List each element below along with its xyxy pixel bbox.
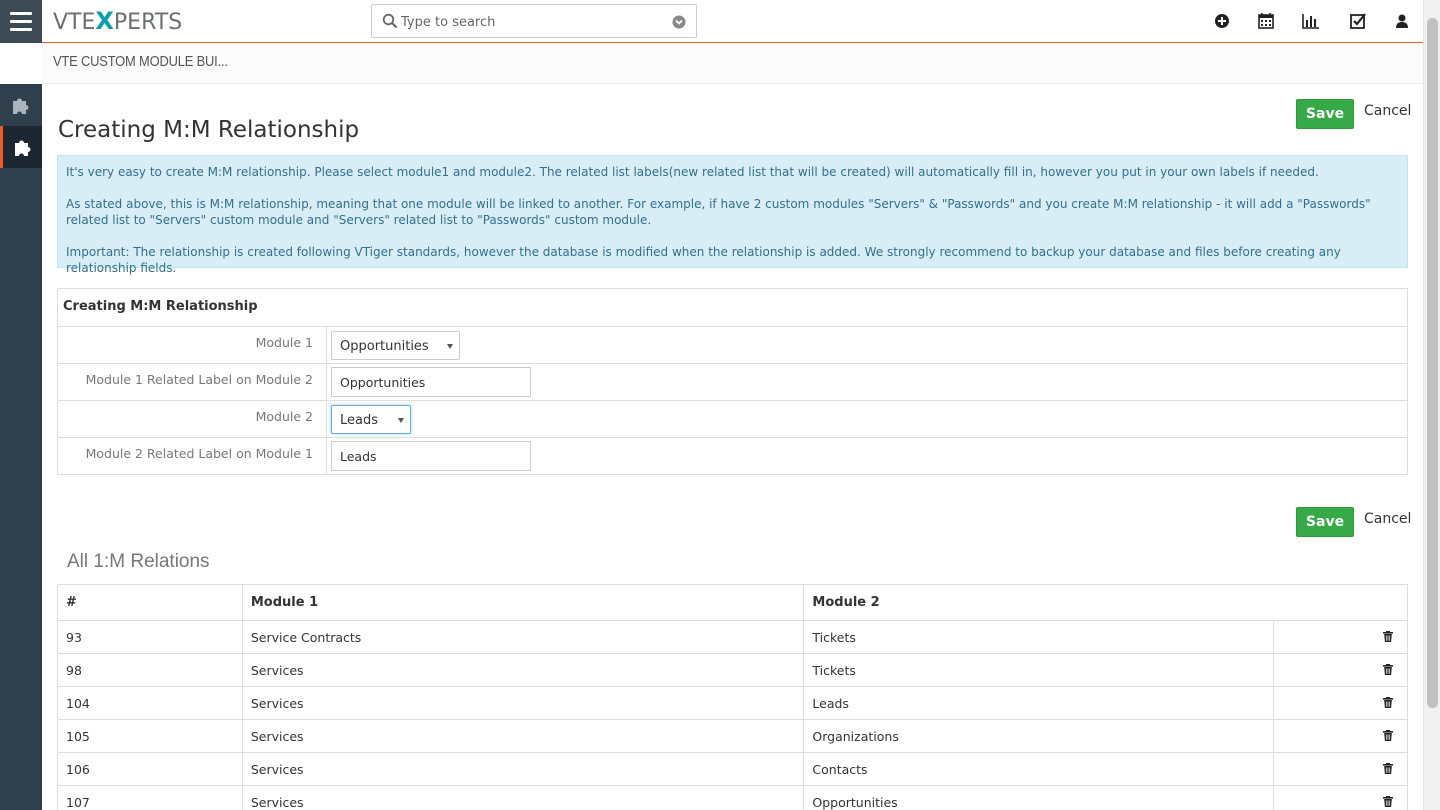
trash-icon[interactable] bbox=[1383, 630, 1393, 642]
form-heading: Creating M:M Relationship bbox=[58, 289, 1407, 327]
cell-module1: Services bbox=[241, 686, 805, 720]
sidebar-item-extensions[interactable] bbox=[0, 84, 42, 126]
cell-actions bbox=[1273, 620, 1408, 654]
trash-icon[interactable] bbox=[1383, 762, 1393, 774]
cell-actions bbox=[1273, 752, 1408, 786]
info-paragraph-1: It's very easy to create M:M relationshi… bbox=[66, 165, 1319, 179]
cell-module2: Organizations bbox=[803, 719, 1275, 753]
menu-bar bbox=[10, 20, 32, 23]
cell-actions bbox=[1273, 719, 1408, 753]
scrollbar-thumb[interactable] bbox=[1427, 18, 1438, 708]
table-row: 107 Services Opportunities bbox=[57, 785, 1408, 810]
column-header-module2: Module 2 bbox=[803, 584, 1408, 621]
menu-bar bbox=[10, 28, 32, 31]
info-paragraph-3: Important: The relationship is created f… bbox=[66, 245, 1341, 275]
column-header-id: # bbox=[57, 584, 243, 621]
sidebar-item-custom-module-builder[interactable] bbox=[0, 126, 42, 168]
relationship-form: Creating M:M Relationship Module 1 Oppor… bbox=[57, 288, 1408, 475]
cell-module2: Leads bbox=[803, 686, 1275, 720]
sidebar-spacer bbox=[0, 43, 42, 84]
module-breadcrumb[interactable]: VTE CUSTOM MODULE BUI... bbox=[53, 53, 228, 70]
cancel-button-top[interactable]: Cancel bbox=[1364, 103, 1411, 119]
cell-actions bbox=[1273, 686, 1408, 720]
table-row: 104 Services Leads bbox=[57, 686, 1408, 720]
logo-text-left: VTE bbox=[53, 10, 96, 35]
cell-module2: Opportunities bbox=[803, 785, 1275, 810]
sidebar bbox=[0, 84, 42, 810]
logo-text-right: PERTS bbox=[113, 10, 183, 35]
cell-module1: Service Contracts bbox=[241, 620, 805, 654]
cell-module1: Services bbox=[241, 752, 805, 786]
user-icon[interactable] bbox=[1392, 11, 1412, 31]
form-row-label1: Module 1 Related Label on Module 2 bbox=[58, 364, 1407, 401]
module2-related-label-label: Module 2 Related Label on Module 1 bbox=[58, 438, 327, 475]
form-row-module1: Module 1 Opportunities bbox=[58, 327, 1407, 364]
module1-select[interactable]: Opportunities bbox=[331, 331, 460, 360]
menu-bar bbox=[10, 12, 32, 15]
column-header-module1: Module 1 bbox=[241, 584, 805, 621]
info-paragraph-2: As stated above, this is M:M relationshi… bbox=[66, 197, 1371, 227]
checkbox-icon[interactable] bbox=[1348, 11, 1368, 31]
hamburger-menu-button[interactable] bbox=[0, 0, 42, 43]
page-title: Creating M:M Relationship bbox=[58, 117, 360, 143]
plus-circle-icon[interactable] bbox=[1212, 11, 1232, 31]
save-button-top[interactable]: Save bbox=[1296, 99, 1354, 129]
chevron-down-circle-icon[interactable] bbox=[672, 15, 686, 29]
module2-related-label-input[interactable] bbox=[331, 441, 531, 471]
trash-icon[interactable] bbox=[1383, 696, 1393, 708]
table-row: 106 Services Contacts bbox=[57, 752, 1408, 786]
app-logo[interactable]: VTEXPERTS bbox=[53, 9, 182, 35]
search-icon bbox=[382, 13, 398, 29]
module1-related-label-input[interactable] bbox=[331, 367, 531, 397]
cell-id: 104 bbox=[57, 686, 243, 720]
puzzle-icon bbox=[13, 98, 29, 114]
cell-id: 107 bbox=[57, 785, 243, 810]
cell-id: 105 bbox=[57, 719, 243, 753]
module1-selected-value: Opportunities bbox=[340, 339, 429, 354]
table-row: 105 Services Organizations bbox=[57, 719, 1408, 753]
search-input[interactable] bbox=[401, 11, 661, 33]
page-scrollbar[interactable] bbox=[1423, 0, 1440, 810]
cell-module1: Services bbox=[241, 719, 805, 753]
table-row: 93 Service Contracts Tickets bbox=[57, 620, 1408, 654]
table-header-row: # Module 1 Module 2 bbox=[57, 584, 1408, 621]
form-row-label2: Module 2 Related Label on Module 1 bbox=[58, 438, 1407, 475]
table-row: 98 Services Tickets bbox=[57, 653, 1408, 687]
cell-actions bbox=[1273, 785, 1408, 810]
trash-icon[interactable] bbox=[1383, 729, 1393, 741]
trash-icon[interactable] bbox=[1383, 663, 1393, 675]
module2-select[interactable]: Leads bbox=[331, 405, 411, 434]
relations-section-title: All 1:M Relations bbox=[67, 551, 210, 572]
bar-chart-icon[interactable] bbox=[1301, 11, 1321, 31]
cell-id: 93 bbox=[57, 620, 243, 654]
top-navbar: VTEXPERTS bbox=[0, 0, 1423, 43]
caret-down-icon bbox=[398, 418, 404, 423]
caret-down-icon bbox=[447, 344, 453, 349]
relations-table: # Module 1 Module 2 93 Service Contracts T… bbox=[57, 584, 1408, 810]
module2-selected-value: Leads bbox=[340, 413, 379, 428]
logo-text-x: X bbox=[95, 7, 114, 35]
cell-id: 98 bbox=[57, 653, 243, 687]
cancel-button-bottom[interactable]: Cancel bbox=[1364, 511, 1411, 527]
cell-module2: Contacts bbox=[803, 752, 1275, 786]
form-row-module2: Module 2 Leads bbox=[58, 401, 1407, 438]
puzzle-icon bbox=[14, 140, 30, 156]
cell-actions bbox=[1273, 653, 1408, 687]
save-button-bottom[interactable]: Save bbox=[1296, 507, 1354, 537]
module-subheader: VTE CUSTOM MODULE BUI... bbox=[42, 43, 1423, 84]
info-alert: It's very easy to create M:M relationshi… bbox=[57, 155, 1408, 275]
module2-label: Module 2 bbox=[58, 401, 327, 437]
global-search bbox=[371, 4, 697, 38]
module1-related-label-label: Module 1 Related Label on Module 2 bbox=[58, 364, 327, 400]
module1-label: Module 1 bbox=[58, 327, 327, 363]
cell-module2: Tickets bbox=[803, 653, 1275, 687]
trash-icon[interactable] bbox=[1383, 795, 1393, 807]
cell-module1: Services bbox=[241, 653, 805, 687]
cell-id: 106 bbox=[57, 752, 243, 786]
cell-module1: Services bbox=[241, 785, 805, 810]
calendar-icon[interactable] bbox=[1256, 11, 1276, 31]
cell-module2: Tickets bbox=[803, 620, 1275, 654]
